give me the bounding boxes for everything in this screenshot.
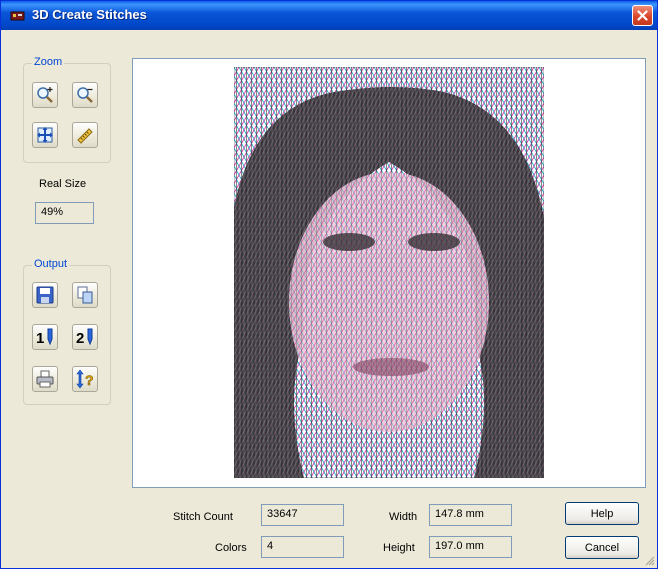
close-button[interactable] — [632, 5, 653, 26]
output-group: Output 1 2 ? — [23, 258, 111, 405]
stitch-two-icon: 2 — [76, 328, 93, 347]
height-value: 197.0 mm — [429, 536, 512, 558]
stitch-one-button[interactable]: 1 — [32, 324, 58, 350]
ruler-icon — [77, 128, 93, 144]
window-title: 3D Create Stitches — [32, 7, 147, 22]
copy-button[interactable] — [72, 282, 98, 308]
title-bar[interactable]: 3D Create Stitches — [1, 1, 657, 30]
print-icon — [36, 370, 54, 388]
close-icon — [637, 10, 648, 21]
stitch-count-value: 33647 — [261, 504, 344, 526]
svg-text:1: 1 — [36, 330, 44, 347]
real-size-value: 49% — [35, 202, 94, 224]
svg-text:?: ? — [85, 372, 94, 388]
zoom-out-button[interactable] — [72, 82, 98, 108]
stitch-one-icon: 1 — [36, 328, 53, 347]
output-group-label: Output — [32, 258, 70, 270]
cancel-button[interactable]: Cancel — [565, 536, 639, 559]
app-icon — [10, 11, 25, 21]
help-stitch-icon: ? — [76, 369, 94, 389]
zoom-out-icon — [77, 87, 93, 103]
fit-to-window-button[interactable] — [32, 122, 58, 148]
ruler-button[interactable] — [72, 122, 98, 148]
stitch-count-label: Stitch Count — [173, 511, 233, 523]
copy-icon — [77, 286, 93, 304]
stitch-preview-panel[interactable] — [132, 58, 646, 488]
svg-text:2: 2 — [76, 330, 84, 347]
stitch-two-button[interactable]: 2 — [72, 324, 98, 350]
stitch-help-button[interactable]: ? — [72, 366, 98, 392]
zoom-in-button[interactable] — [32, 82, 58, 108]
save-button[interactable] — [32, 282, 58, 308]
zoom-in-icon — [37, 87, 53, 103]
colors-value: 4 — [261, 536, 344, 558]
colors-label: Colors — [215, 542, 247, 554]
real-size-label: Real Size — [39, 178, 87, 190]
width-label: Width — [389, 511, 418, 523]
stitch-preview-image — [234, 67, 544, 478]
print-button[interactable] — [32, 366, 58, 392]
zoom-group: Zoom — [23, 56, 111, 163]
resize-grip-icon[interactable] — [643, 554, 655, 566]
fit-to-window-icon — [37, 127, 53, 143]
width-value: 147.8 mm — [429, 504, 512, 526]
zoom-group-label: Zoom — [32, 56, 65, 68]
help-button[interactable]: Help — [565, 502, 639, 525]
dialog-window: 3D Create Stitches Zoom Real Size 49% Ou… — [0, 0, 658, 569]
save-icon — [36, 286, 54, 304]
height-label: Height — [383, 542, 415, 554]
